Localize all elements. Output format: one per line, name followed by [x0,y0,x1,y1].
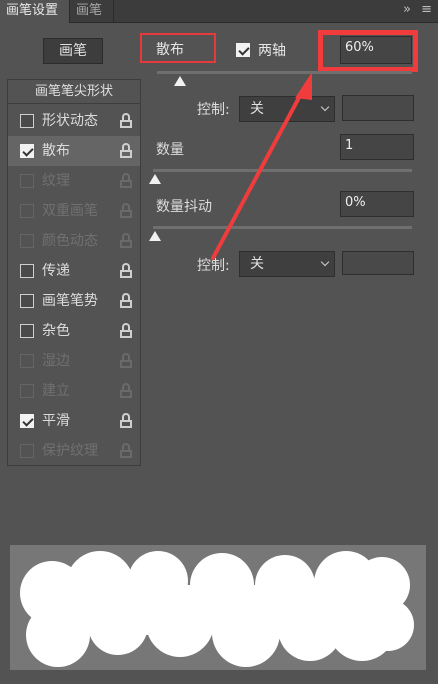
scatter-slider-thumb[interactable] [174,76,187,86]
list-item[interactable]: 传递 [8,256,140,286]
item-checkbox [20,384,34,398]
menu-icon[interactable]: ≡ [421,2,432,17]
scatter-label: 散布 [156,42,184,58]
count-jitter-slider-thumb[interactable] [149,231,161,241]
brush-settings-list: 画笔笔尖形状 形状动态散布纹理双重画笔颜色动态传递画笔笔势杂色湿边建立平滑保护纹… [7,79,141,466]
item-checkbox [20,174,34,188]
item-checkbox[interactable] [20,144,34,158]
lock-icon[interactable] [120,143,132,159]
brush-tip-shape-item[interactable]: 画笔笔尖形状 [8,80,140,104]
item-checkbox [20,204,34,218]
count-slider-track[interactable] [153,169,412,172]
list-item[interactable]: 杂色 [8,316,140,346]
item-label: 保护纹理 [42,443,98,459]
list-item: 颜色动态 [8,226,140,256]
item-checkbox [20,234,34,248]
item-checkbox[interactable] [20,114,34,128]
item-label: 形状动态 [42,113,98,129]
count-label: 数量 [156,142,184,158]
tab-brush-settings[interactable]: 画笔设置 [0,0,70,23]
lock-icon[interactable] [120,293,132,309]
lock-icon [120,353,132,369]
item-label: 平滑 [42,413,70,429]
brush-presets-button[interactable]: 画笔 [43,38,103,64]
count-jitter-label: 数量抖动 [156,199,212,215]
lock-icon [120,173,132,189]
item-label: 散布 [42,143,70,159]
list-item: 双重画笔 [8,196,140,226]
list-item[interactable]: 画笔笔势 [8,286,140,316]
list-item: 湿边 [8,346,140,376]
tab-brush[interactable]: 画笔 [70,0,114,23]
count-jitter-control-label: 控制: [197,258,230,274]
list-item: 建立 [8,376,140,406]
both-axes-checkbox[interactable] [236,43,250,57]
value-highlight-box [318,30,418,72]
list-item[interactable]: 散布 [8,136,140,166]
scatter-slider-track[interactable] [157,71,412,74]
item-label: 湿边 [42,353,70,369]
panel-tabbar: 画笔设置 画笔 » ≡ [0,0,438,23]
lock-icon [120,443,132,459]
item-checkbox[interactable] [20,264,34,278]
brush-stroke-shape [20,551,414,667]
lock-icon[interactable] [120,263,132,279]
count-jitter-control-field [342,251,414,275]
count-value-field[interactable]: 1 [340,134,414,160]
count-slider-thumb[interactable] [149,174,161,184]
count-jitter-value-field[interactable]: 0% [340,191,414,217]
lock-icon[interactable] [120,113,132,129]
list-item[interactable]: 形状动态 [8,106,140,136]
item-checkbox[interactable] [20,414,34,428]
item-label: 传递 [42,263,70,279]
item-checkbox[interactable] [20,294,34,308]
lock-icon [120,233,132,249]
scatter-control-select[interactable]: 关 [239,96,335,122]
list-item: 保护纹理 [8,436,140,466]
count-jitter-slider-track[interactable] [153,226,412,229]
scatter-control-value: 关 [250,101,264,117]
lock-icon [120,383,132,399]
item-label: 杂色 [42,323,70,339]
item-label: 纹理 [42,173,70,189]
lock-icon[interactable] [120,413,132,429]
tab-icons: » ≡ [397,2,432,17]
item-label: 颜色动态 [42,233,98,249]
chevron-down-icon [320,257,330,267]
expand-icon[interactable]: » [403,2,411,17]
item-label: 双重画笔 [42,203,98,219]
lock-icon [120,203,132,219]
item-checkbox[interactable] [20,324,34,338]
count-jitter-control-value: 关 [250,256,264,272]
lock-icon[interactable] [120,323,132,339]
list-item[interactable]: 平滑 [8,406,140,436]
list-item: 纹理 [8,166,140,196]
item-label: 建立 [42,383,70,399]
brush-stroke-preview [10,545,426,670]
scatter-control-label: 控制: [197,102,230,118]
item-checkbox [20,444,34,458]
item-checkbox [20,354,34,368]
scatter-control-field [342,95,414,121]
count-jitter-control-select[interactable]: 关 [239,251,335,277]
item-label: 画笔笔势 [42,293,98,309]
both-axes-label: 两轴 [258,43,286,59]
chevron-down-icon [320,102,330,112]
